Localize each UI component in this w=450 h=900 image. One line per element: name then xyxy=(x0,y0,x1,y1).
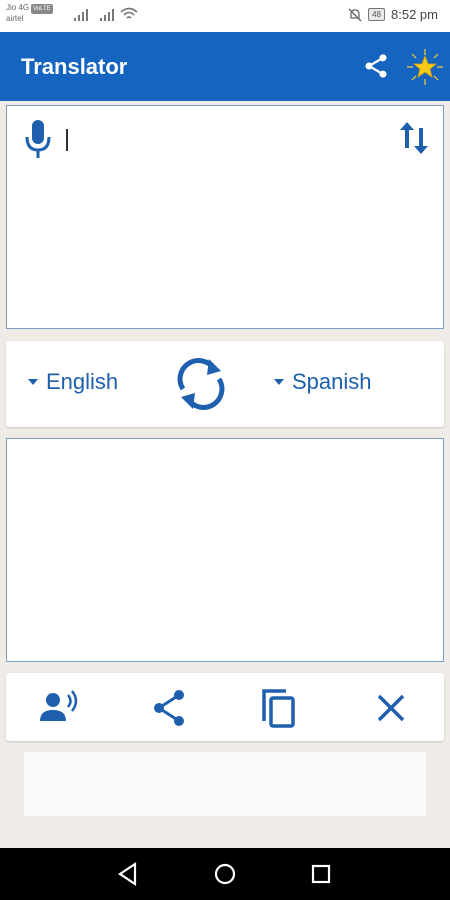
volte-badge: VoLTE xyxy=(31,4,53,14)
source-text-panel[interactable] xyxy=(6,105,444,329)
carrier-info: Jio 4G VoLTE airtel xyxy=(6,3,53,24)
signal-2-icon xyxy=(100,9,114,21)
clock: 8:52 pm xyxy=(391,7,438,22)
star-icon[interactable] xyxy=(406,48,444,86)
chevron-down-icon xyxy=(28,379,38,385)
app-bar: Translator xyxy=(0,32,450,101)
notification-off-icon xyxy=(348,8,362,21)
signal-1-icon xyxy=(74,9,88,21)
chevron-down-icon xyxy=(274,379,284,385)
target-language-label: Spanish xyxy=(292,369,372,394)
status-bar: Jio 4G VoLTE airtel 48 8:52 pm xyxy=(0,0,450,32)
close-icon[interactable] xyxy=(370,687,412,729)
text-cursor xyxy=(66,129,68,151)
language-bar: English Spanish xyxy=(6,341,444,427)
battery-indicator: 48 xyxy=(368,8,386,21)
wifi-icon xyxy=(120,7,138,19)
back-icon[interactable] xyxy=(115,860,143,888)
share-icon[interactable] xyxy=(149,687,191,729)
app-title: Translator xyxy=(21,54,128,79)
share-icon[interactable] xyxy=(362,52,390,80)
action-bar xyxy=(6,673,444,741)
carrier-2: airtel xyxy=(6,14,24,23)
source-language-dropdown[interactable]: English xyxy=(28,369,118,395)
carrier-1: Jio 4G xyxy=(6,3,30,12)
source-language-label: English xyxy=(46,369,119,394)
microphone-icon[interactable] xyxy=(24,119,52,159)
recent-apps-icon[interactable] xyxy=(307,860,335,888)
home-icon[interactable] xyxy=(211,860,239,888)
speak-icon[interactable] xyxy=(38,687,80,729)
target-language-dropdown[interactable]: Spanish xyxy=(274,369,372,395)
system-nav-bar xyxy=(0,848,450,900)
swap-vertical-icon[interactable] xyxy=(399,120,429,156)
banner-area xyxy=(24,752,426,816)
status-right: 48 8:52 pm xyxy=(348,7,438,22)
sync-icon[interactable] xyxy=(173,355,229,413)
translation-output-panel[interactable] xyxy=(6,438,444,662)
copy-icon[interactable] xyxy=(258,687,300,729)
